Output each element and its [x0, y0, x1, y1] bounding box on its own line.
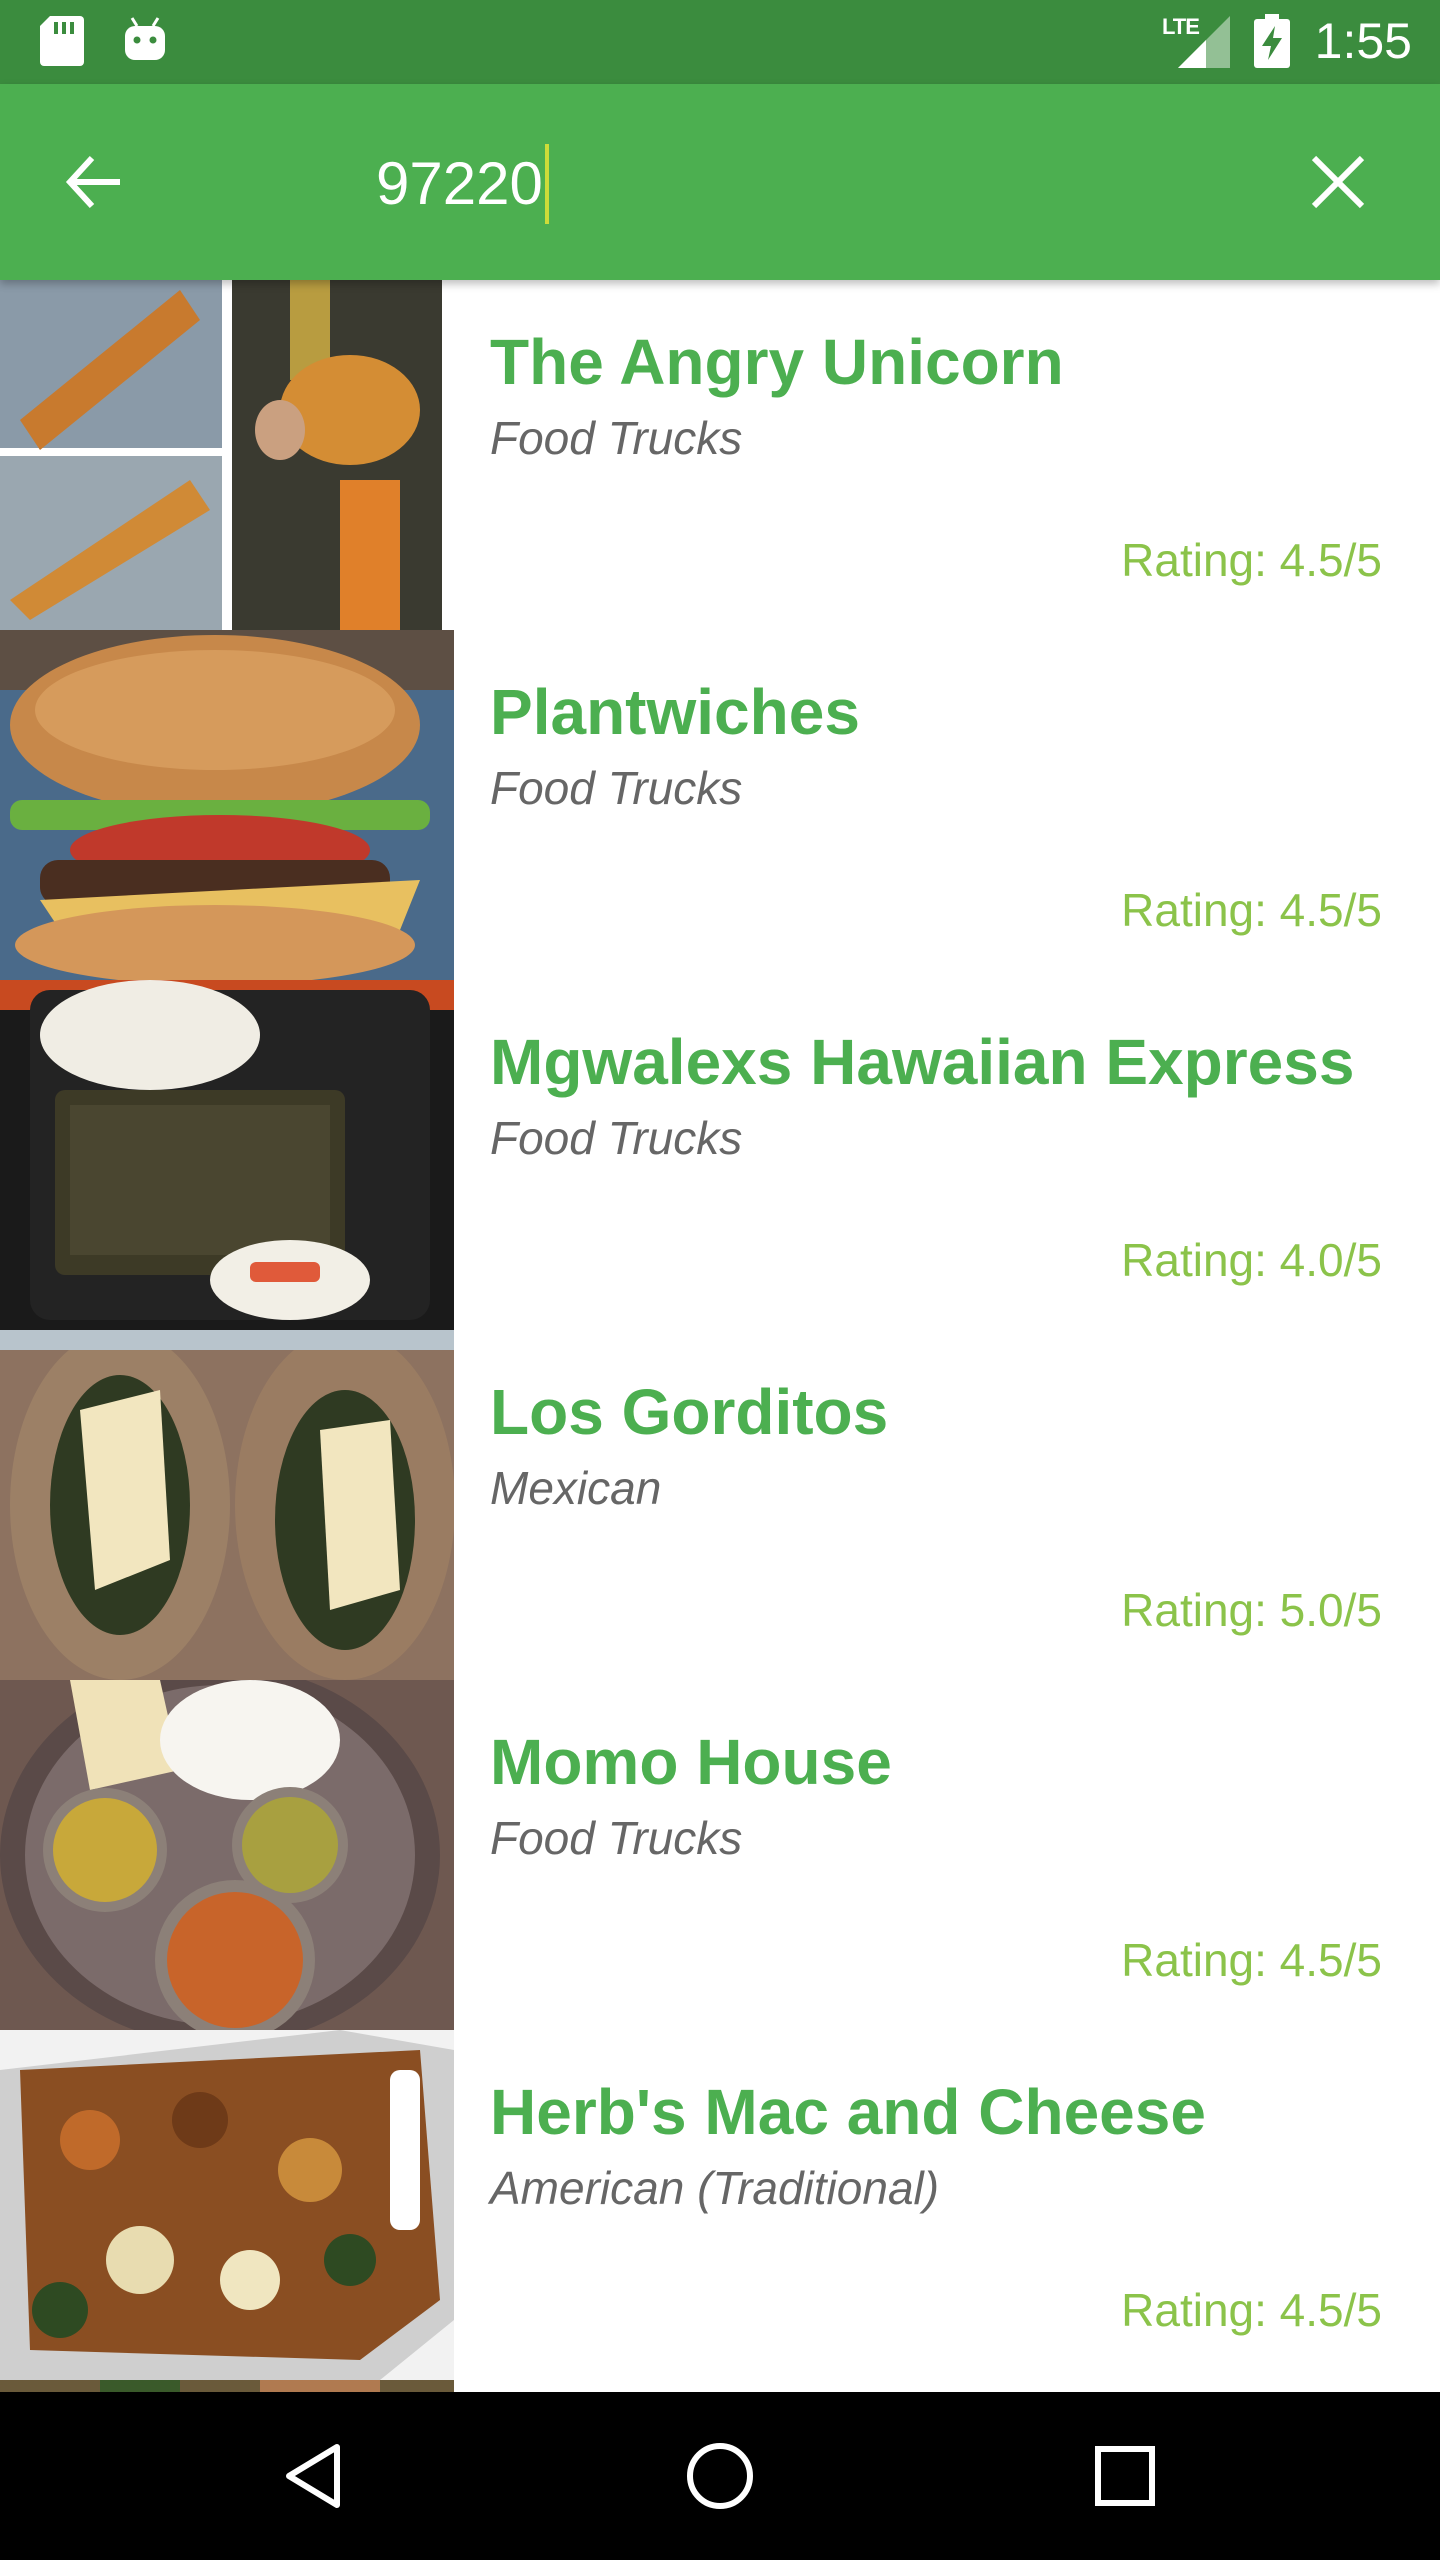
back-triangle-icon: [286, 2444, 340, 2508]
clear-search-button[interactable]: [1296, 140, 1380, 224]
restaurant-category: Food Trucks: [490, 1112, 743, 1164]
home-circle-icon: [687, 2443, 753, 2509]
sd-card-icon: [40, 16, 84, 66]
restaurant-category: American (Traditional): [490, 2162, 940, 2214]
list-item[interactable]: Mgwalexs Hawaiian Express Food Trucks Ra…: [0, 980, 1440, 1330]
restaurant-name: Los Gorditos: [490, 1376, 889, 1448]
restaurant-category: Food Trucks: [490, 1812, 743, 1864]
restaurant-photo: [0, 980, 454, 1330]
restaurant-rating: Rating: 4.5/5: [1121, 2284, 1382, 2336]
battery-charging-icon: [1254, 14, 1290, 68]
restaurant-photo: [0, 630, 454, 980]
list-item[interactable]: Momo House Food Trucks Rating: 4.5/5: [0, 1680, 1440, 2030]
list-item[interactable]: [0, 2380, 1440, 2392]
search-toolbar: 97220: [0, 84, 1440, 280]
android-icon: [125, 17, 165, 60]
list-item[interactable]: Herb's Mac and Cheese American (Traditio…: [0, 2030, 1440, 2380]
restaurant-name: Herb's Mac and Cheese: [490, 2076, 1206, 2148]
restaurant-photo: [0, 1330, 454, 1680]
restaurant-name: The Angry Unicorn: [490, 326, 1064, 398]
arrow-left-icon: [65, 155, 120, 209]
restaurant-photo: [0, 2380, 454, 2392]
back-button[interactable]: [52, 140, 136, 224]
restaurant-name: Plantwiches: [490, 676, 860, 748]
recents-square-icon: [1095, 2446, 1155, 2506]
text-caret: [544, 144, 549, 225]
signal-icon: [1178, 16, 1230, 68]
nav-home-button[interactable]: [670, 2426, 770, 2526]
list-item[interactable]: Plantwiches Food Trucks Rating: 4.5/5: [0, 630, 1440, 980]
restaurant-rating: Rating: 4.5/5: [1121, 1934, 1382, 1986]
restaurant-rating: Rating: 4.5/5: [1121, 534, 1382, 586]
navigation-bar: [0, 2392, 1440, 2560]
status-clock: 1:55: [1314, 13, 1412, 69]
restaurant-rating: Rating: 4.0/5: [1121, 1234, 1382, 1286]
status-bar: LTE 1:55: [0, 0, 1440, 84]
restaurant-category: Food Trucks: [490, 412, 743, 464]
list-item[interactable]: Los Gorditos Mexican Rating: 5.0/5: [0, 1330, 1440, 1680]
results-list[interactable]: The Angry Unicorn Food Trucks Rating: 4.…: [0, 280, 1440, 2392]
restaurant-category: Mexican: [490, 1462, 662, 1514]
search-input[interactable]: 97220: [376, 136, 549, 232]
close-icon: [1311, 155, 1365, 209]
restaurant-category: Food Trucks: [490, 762, 743, 814]
nav-recents-button[interactable]: [1075, 2426, 1175, 2526]
list-item[interactable]: The Angry Unicorn Food Trucks Rating: 4.…: [0, 280, 1440, 630]
restaurant-rating: Rating: 5.0/5: [1121, 1584, 1382, 1636]
restaurant-name: Momo House: [490, 1726, 892, 1798]
restaurant-photo: [0, 1680, 454, 2030]
restaurant-photo: [0, 2030, 454, 2380]
restaurant-name: Mgwalexs Hawaiian Express: [490, 1026, 1355, 1098]
nav-back-button[interactable]: [264, 2426, 364, 2526]
restaurant-rating: Rating: 4.5/5: [1121, 884, 1382, 936]
search-query: 97220: [376, 150, 543, 217]
restaurant-photo: [0, 280, 454, 630]
